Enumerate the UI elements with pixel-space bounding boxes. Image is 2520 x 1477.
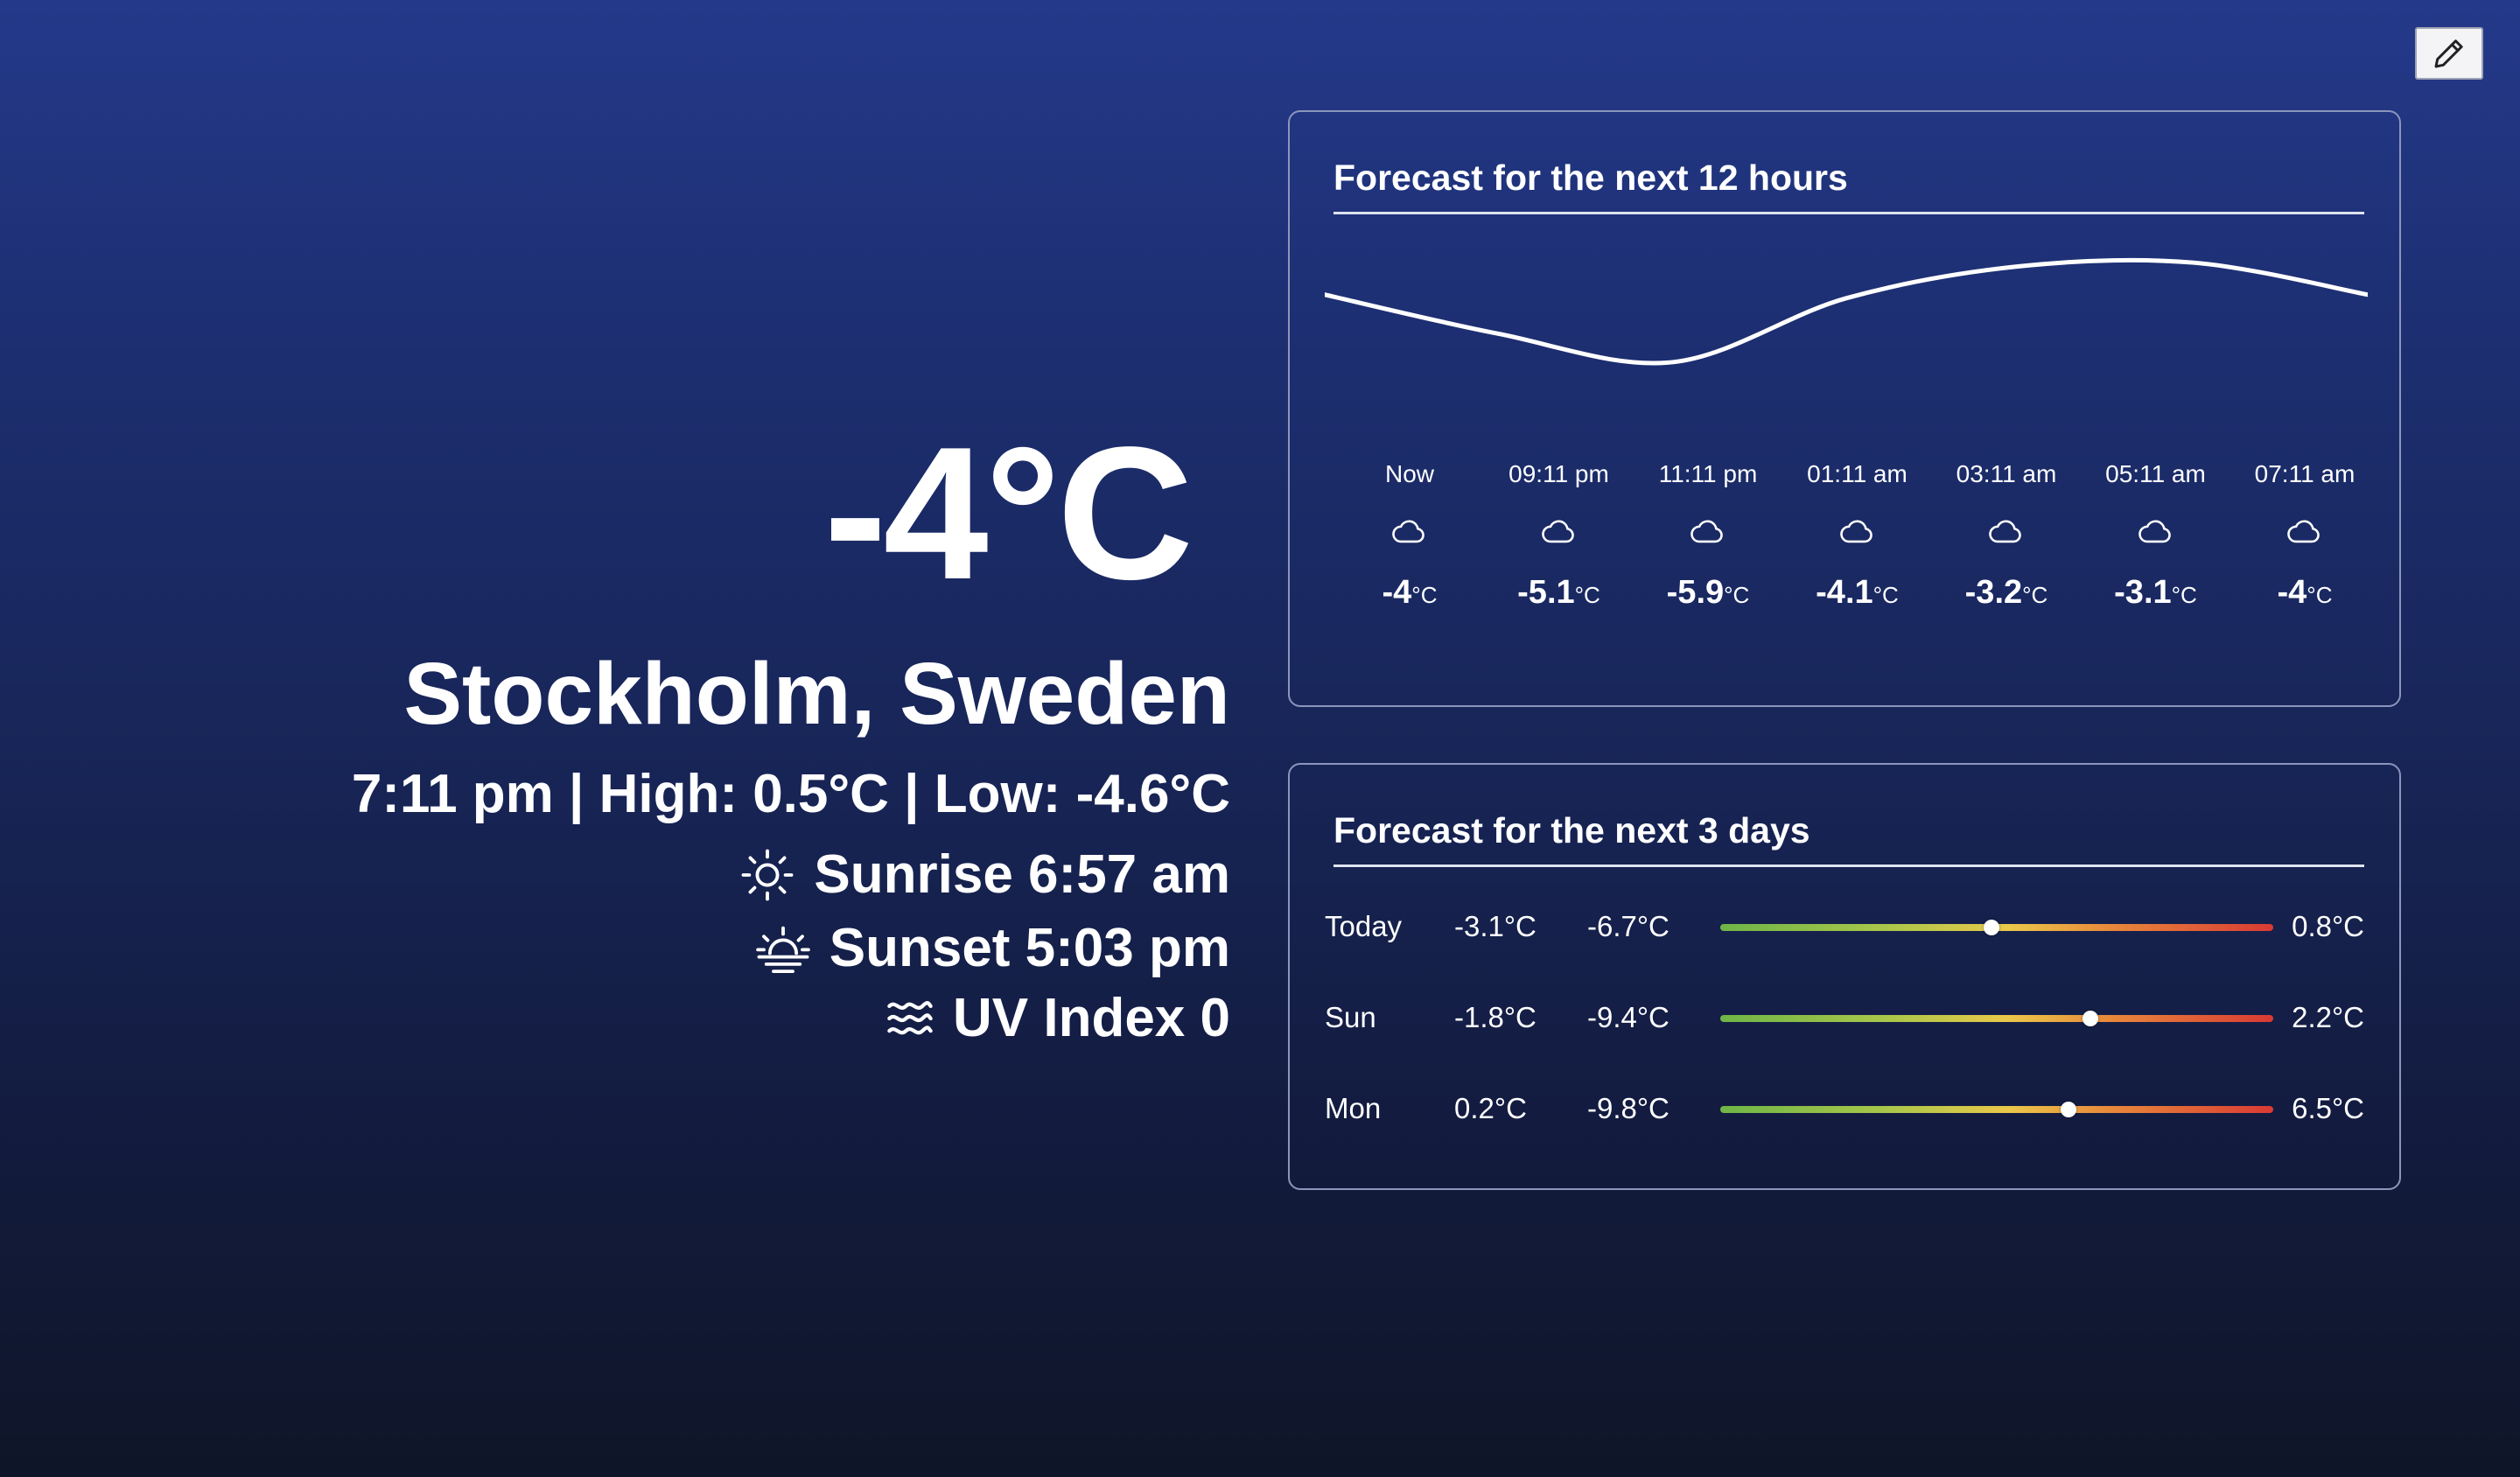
sun-icon [741, 849, 794, 900]
location-name: Stockholm, Sweden [403, 645, 1230, 743]
hourly-temperature: -4°C [2277, 574, 2333, 611]
cloud-icon [2137, 516, 2175, 546]
temperature-range-bar [1720, 920, 2273, 935]
hourly-item: Now -4°C [1335, 460, 1484, 611]
hourly-temperature: -3.1°C [2114, 574, 2197, 611]
daily-row: Mon 0.2°C -9.8°C 6.5°C [1325, 1087, 2364, 1130]
cloud-icon [1390, 516, 1429, 546]
hourly-temperature: -4°C [1382, 574, 1438, 611]
hourly-time: 11:11 pm [1658, 460, 1758, 487]
daily-divider [1334, 864, 2364, 867]
hourly-temperature: -3.2°C [1964, 574, 2048, 611]
waves-icon [887, 1000, 933, 1034]
hourly-time: 03:11 am [1956, 460, 2057, 487]
sunset-icon [755, 926, 810, 973]
sunrise-row: Sunrise 6:57 am [738, 844, 1230, 906]
uv-index-row: UV Index 0 [885, 987, 1230, 1049]
hourly-divider [1334, 212, 2364, 214]
hourly-time: 01:11 am [1807, 460, 1908, 487]
day-min-temperature: -6.7°C [1587, 910, 1670, 942]
sunrise-text: Sunrise 6:57 am [814, 844, 1230, 905]
daily-row: Today -3.1°C -6.7°C 0.8°C [1325, 905, 2364, 948]
hourly-time: 05:11 am [2105, 460, 2206, 487]
cloud-icon [1838, 516, 1877, 546]
temperature-range-bar [1720, 1011, 2273, 1026]
day-name: Mon [1325, 1092, 1382, 1124]
hourly-forecast-panel: Forecast for the next 12 hours Now -4°C 09… [1288, 110, 2401, 707]
hourly-forecast-title: Forecast for the next 12 hours [1334, 158, 1848, 198]
sunset-text: Sunset 5:03 pm [829, 918, 1230, 978]
day-max-temperature: 2.2°C [2292, 1001, 2364, 1033]
hourly-temperature-curve [1325, 257, 2368, 366]
hourly-time: 09:11 pm [1508, 460, 1609, 487]
hourly-item: 07:11 am -4°C [2230, 460, 2379, 611]
current-temperature-marker [1983, 920, 1999, 935]
cloud-icon [1540, 516, 1578, 546]
day-name: Today [1325, 910, 1403, 942]
temperature-line [1325, 257, 2368, 366]
hourly-temperature: -5.9°C [1666, 574, 1750, 611]
day-temperature: -3.1°C [1454, 910, 1536, 942]
edit-button[interactable] [2415, 27, 2483, 80]
hourly-temperature: -4.1°C [1816, 574, 1899, 611]
time-high-low: 7:11 pm | High: 0.5°C | Low: -4.6°C [351, 764, 1230, 824]
hourly-item: 01:11 am -4.1°C [1783, 460, 1932, 611]
hourly-time: 07:11 am [2254, 460, 2356, 487]
day-temperature: -1.8°C [1454, 1001, 1536, 1033]
cloud-icon [2286, 516, 2324, 546]
hourly-item: 09:11 pm -5.1°C [1485, 460, 1634, 611]
daily-row: Sun -1.8°C -9.4°C 2.2°C [1325, 996, 2364, 1040]
day-min-temperature: -9.8°C [1587, 1092, 1670, 1124]
hourly-item: 03:11 am -3.2°C [1932, 460, 2081, 611]
current-temperature-marker [2082, 1011, 2099, 1026]
cloud-icon [1689, 516, 1727, 546]
hourly-item: 05:11 am -3.1°C [2082, 460, 2230, 611]
day-max-temperature: 0.8°C [2292, 910, 2364, 942]
day-name: Sun [1325, 1001, 1376, 1033]
daily-forecast-title: Forecast for the next 3 days [1334, 810, 1810, 850]
pencil-icon [2434, 39, 2463, 68]
hourly-time: Now [1384, 460, 1434, 487]
temperature-range-bar [1720, 1102, 2273, 1117]
day-temperature: 0.2°C [1454, 1092, 1527, 1124]
hourly-temperature: -5.1°C [1517, 574, 1600, 611]
hourly-item: 11:11 pm -5.9°C [1634, 460, 1782, 611]
day-min-temperature: -9.4°C [1587, 1001, 1670, 1033]
daily-forecast-panel: Forecast for the next 3 days Today -3.1°C… [1288, 763, 2401, 1190]
day-max-temperature: 6.5°C [2292, 1092, 2364, 1124]
current-temperature-marker [2061, 1102, 2077, 1117]
uv-index-text: UV Index 0 [953, 988, 1230, 1048]
current-temperature: -4°C [823, 407, 1194, 619]
sunset-row: Sunset 5:03 pm [754, 917, 1230, 979]
cloud-icon [1987, 516, 2026, 546]
